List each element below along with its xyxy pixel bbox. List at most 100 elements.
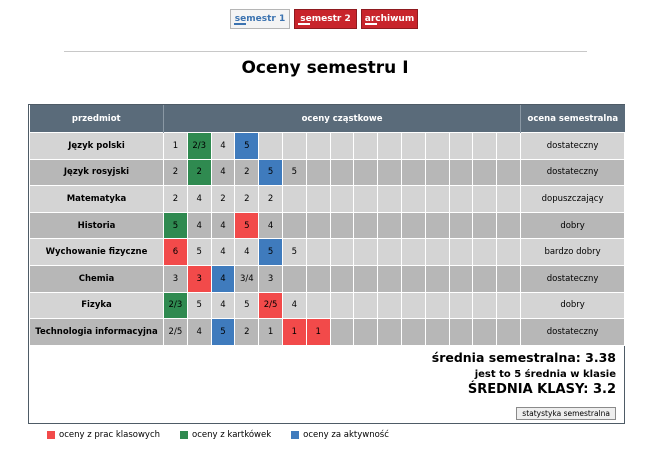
empty-grade-cell xyxy=(281,132,307,160)
empty-grade-cell xyxy=(472,185,498,213)
tab-underline xyxy=(234,23,246,25)
empty-grade-cell xyxy=(496,318,522,346)
empty-grade-cell xyxy=(472,264,498,293)
semester-average: średnia semestralna: 3.38 xyxy=(431,350,616,365)
final-grade: dobry xyxy=(520,211,626,240)
grade-cell: 2 xyxy=(258,185,283,213)
grade-cell: 5 xyxy=(258,158,283,187)
semester-statistics-button[interactable]: statystyka semestralna xyxy=(516,407,616,420)
table-row: Chemia 3 3 4 3/4 3 dostateczny xyxy=(29,264,626,293)
empty-grade-cell xyxy=(472,158,498,187)
grade-cell: 5 xyxy=(163,211,188,240)
header-partial-grades: oceny cząstkowe xyxy=(163,105,522,133)
empty-grade-cell xyxy=(281,185,307,213)
grade-cell: 2 xyxy=(163,158,188,187)
final-grade: bardzo dobry xyxy=(520,238,626,266)
grade-cell: 3 xyxy=(163,264,188,293)
empty-grade-cell xyxy=(329,238,355,266)
subject-name: Język rosyjski xyxy=(29,158,164,187)
legend-label: oceny z prac klasowych xyxy=(59,430,161,440)
empty-grade-cell xyxy=(496,264,522,293)
grades-panel: przedmiot oceny cząstkowe ocena semestra… xyxy=(28,104,626,424)
grade-cell: 1 xyxy=(305,318,331,346)
empty-grade-cell xyxy=(424,264,450,293)
grade-cell: 3 xyxy=(258,264,283,293)
final-grade: dostateczny xyxy=(520,158,626,187)
grade-cell: 5 xyxy=(186,238,212,266)
empty-grade-cell xyxy=(448,132,474,160)
table-row: Fizyka 2/3 5 4 5 2/5 4 dobry xyxy=(29,291,626,320)
grade-cell: 3 xyxy=(186,264,212,293)
empty-grade-cell xyxy=(448,318,474,346)
empty-grade-cell xyxy=(329,211,355,240)
table-row: Język rosyjski 2 2 4 2 5 5 dostateczny xyxy=(29,158,626,187)
empty-grade-cell xyxy=(305,291,331,320)
empty-grade-cell xyxy=(353,132,379,160)
empty-grade-cell xyxy=(496,185,522,213)
empty-grade-cell xyxy=(472,238,498,266)
grade-cell: 2 xyxy=(163,185,188,213)
grade-cell: 2/5 xyxy=(258,291,283,320)
grade-cell: 4 xyxy=(186,185,212,213)
legend-swatch-red xyxy=(47,431,55,439)
legend-item-tests: oceny z prac klasowych xyxy=(47,430,160,440)
grade-cell: 4 xyxy=(258,211,283,240)
subject-name: Historia xyxy=(29,211,164,240)
empty-grade-cell xyxy=(377,318,402,346)
grade-cell: 5 xyxy=(234,211,260,240)
empty-grade-cell xyxy=(472,291,498,320)
tab-underline xyxy=(298,23,310,25)
empty-grade-cell xyxy=(258,132,283,160)
empty-grade-cell xyxy=(305,185,331,213)
grade-cell: 4 xyxy=(186,211,212,240)
empty-grade-cell xyxy=(377,291,402,320)
empty-grade-cell xyxy=(353,264,379,293)
grade-cell: 5 xyxy=(281,238,307,266)
empty-grade-cell xyxy=(377,158,402,187)
empty-grade-cell xyxy=(305,211,331,240)
empty-grade-cell xyxy=(496,211,522,240)
empty-grade-cell xyxy=(377,211,402,240)
page-title: Oceny semestru I xyxy=(241,58,409,78)
empty-grade-cell xyxy=(448,185,474,213)
tab-underline xyxy=(365,23,377,25)
tab-semestr-2[interactable]: semestr 2 xyxy=(294,9,357,29)
grade-cell: 4 xyxy=(210,264,236,293)
empty-grade-cell xyxy=(496,132,522,160)
empty-grade-cell xyxy=(448,158,474,187)
empty-grade-cell xyxy=(448,291,474,320)
final-grade: dopuszczający xyxy=(520,185,626,213)
empty-grade-cell xyxy=(400,318,426,346)
tab-archiwum[interactable]: archiwum xyxy=(361,9,418,29)
grade-cell: 4 xyxy=(210,211,236,240)
empty-grade-cell xyxy=(400,132,426,160)
table-row: Wychowanie fizyczne 6 5 4 4 5 5 bardzo dobry xyxy=(29,238,626,266)
final-grade: dostateczny xyxy=(520,318,626,346)
grade-cell: 4 xyxy=(210,132,236,160)
empty-grade-cell xyxy=(496,158,522,187)
tab-semestr-1[interactable]: semestr 1 xyxy=(230,9,290,29)
subject-name: Matematyka xyxy=(29,185,164,213)
empty-grade-cell xyxy=(377,264,402,293)
grade-cell: 4 xyxy=(186,318,212,346)
grade-cell: 4 xyxy=(234,238,260,266)
grade-cell: 4 xyxy=(210,158,236,187)
empty-grade-cell xyxy=(424,185,450,213)
final-grade: dostateczny xyxy=(520,132,626,160)
empty-grade-cell xyxy=(281,264,307,293)
table-row: Historia 5 4 4 5 4 dobry xyxy=(29,211,626,240)
empty-grade-cell xyxy=(377,185,402,213)
table-header-row: przedmiot oceny cząstkowe ocena semestra… xyxy=(29,105,625,133)
grade-cell: 4 xyxy=(210,238,236,266)
empty-grade-cell xyxy=(305,264,331,293)
grade-cell: 6 xyxy=(163,238,188,266)
empty-grade-cell xyxy=(448,211,474,240)
table-row: Matematyka 2 4 2 2 2 dopuszczający xyxy=(29,185,626,213)
empty-grade-cell xyxy=(353,158,379,187)
empty-grade-cell xyxy=(377,132,402,160)
grade-cell: 2/3 xyxy=(163,291,188,320)
grade-cell: 5 xyxy=(234,132,260,160)
grade-cell: 2 xyxy=(186,158,212,187)
grade-cell: 5 xyxy=(281,158,307,187)
grade-cell: 2 xyxy=(234,158,260,187)
